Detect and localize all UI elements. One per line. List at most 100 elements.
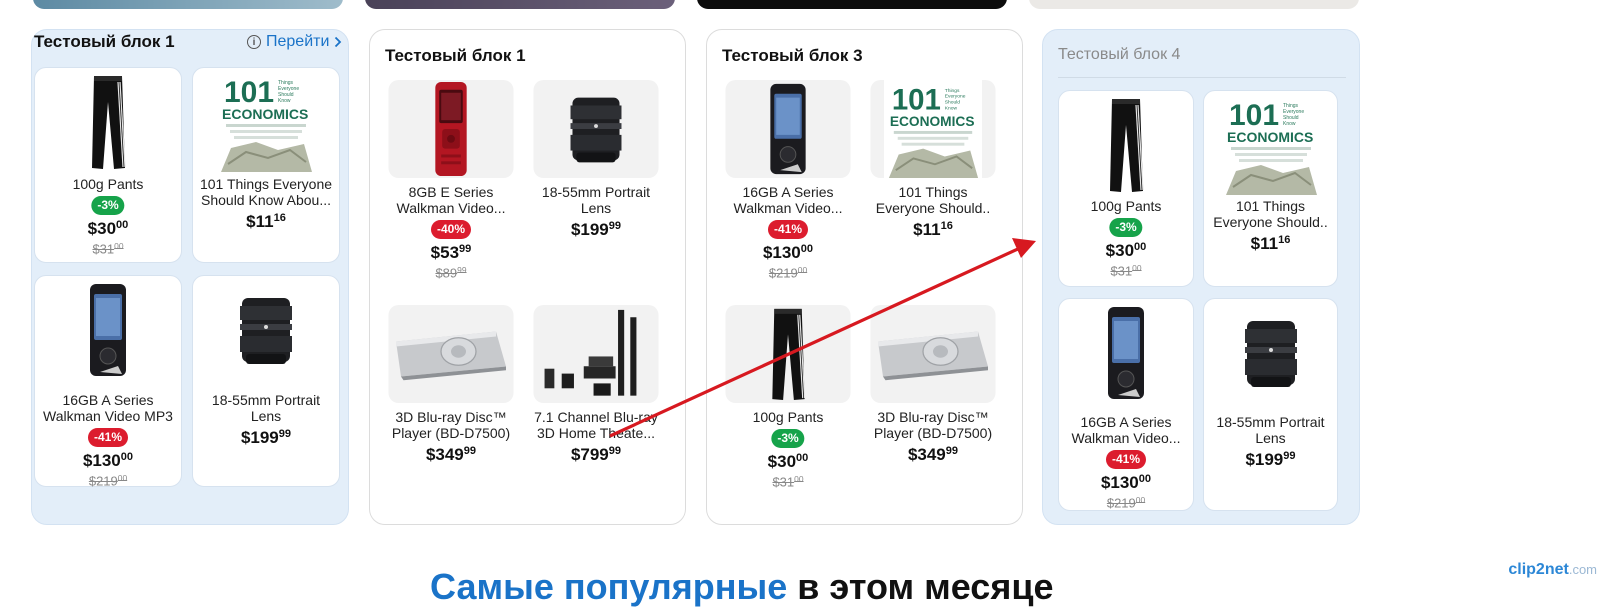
product-name[interactable]: 3D Blu-ray Disc™ Player (BD-D7500) xyxy=(870,409,996,441)
walkman-image xyxy=(725,80,851,178)
block-title: Тестовый блок 1 xyxy=(34,32,175,51)
product-name[interactable]: 100g Pants xyxy=(1063,198,1189,214)
bluray-player-image xyxy=(870,305,996,403)
product-block-4: Тестовый блок 4 100g Pants -3% $3000 $3100 … xyxy=(1042,29,1360,525)
book-cover-image: 101 Things Everyone Should Know ECONOMIC… xyxy=(1215,95,1327,195)
product-price: $19999 xyxy=(529,220,663,240)
product-name[interactable]: 8GB E Series Walkman Video... xyxy=(388,184,514,216)
product-card[interactable]: 18-55mm Portrait Lens $19999 xyxy=(192,275,340,487)
price-value: $199 xyxy=(570,220,609,240)
discount-badge: -41% xyxy=(87,428,129,447)
lens-image xyxy=(1215,303,1327,403)
goto-link[interactable]: i Перейти xyxy=(247,33,342,51)
product-price: $1116 xyxy=(866,220,1000,240)
product-name[interactable]: 16GB A Series Walkman Video... xyxy=(1063,414,1189,446)
product-name[interactable]: 101 Things Everyone Should.. xyxy=(870,184,996,216)
walkman-image xyxy=(53,280,163,380)
old-price-value: $31 xyxy=(92,241,115,257)
old-price-cents: 00 xyxy=(797,265,808,275)
product-block-1: Тестовый блок 1 i Перейти 100g Pants -3% $… xyxy=(31,29,349,525)
product-card[interactable]: 101 Things Everyone Should Know ECONOMIC… xyxy=(1203,90,1338,287)
svg-text:ECONOMICS: ECONOMICS xyxy=(222,106,308,122)
price-cents: 00 xyxy=(116,219,129,231)
product-name[interactable]: 100g Pants xyxy=(725,409,851,425)
product-card[interactable]: 3D Blu-ray Disc™ Player (BD-D7500) $34999 xyxy=(384,305,518,475)
old-price: $3100 xyxy=(1059,263,1193,279)
clip2net-watermark: clip2net.com xyxy=(1508,561,1597,579)
book-cover-image: 101 Things Everyone Should Know ECONOMIC… xyxy=(211,72,321,172)
product-name[interactable]: 18-55mm Portrait Lens xyxy=(1208,414,1333,446)
old-price-value: $219 xyxy=(768,265,798,281)
price-value: $199 xyxy=(240,428,279,448)
goto-link-label: Перейти xyxy=(266,33,330,50)
old-price-value: $219 xyxy=(1106,495,1136,511)
banner-2[interactable] xyxy=(365,0,675,9)
price-value: $30 xyxy=(1105,241,1135,261)
pants-image xyxy=(725,305,851,403)
price-value: $130 xyxy=(762,243,801,263)
product-card[interactable]: 18-55mm Portrait Lens $19999 xyxy=(1203,298,1338,511)
product-card[interactable]: 100g Pants -3% $3000 $3100 xyxy=(721,305,855,495)
product-card[interactable]: 3D Blu-ray Disc™ Player (BD-D7500) $34999 xyxy=(866,305,1000,495)
product-card[interactable]: 100g Pants -3% $3000 $3100 xyxy=(1058,90,1194,287)
section-heading-accent: Самые популярные xyxy=(430,566,788,607)
product-card[interactable]: 100g Pants -3% $3000 $3100 xyxy=(34,67,182,263)
price-cents: 00 xyxy=(120,451,134,463)
product-card[interactable]: 8GB E Series Walkman Video... -40% $5399 $8… xyxy=(384,80,518,281)
product-name[interactable]: 100g Pants xyxy=(39,176,177,192)
product-name[interactable]: 7.1 Channel Blu-ray 3D Home Theate... xyxy=(533,409,659,441)
product-price: $1116 xyxy=(1204,234,1337,254)
price-cents: 99 xyxy=(608,445,622,457)
price-cents: 99 xyxy=(463,445,477,457)
product-card[interactable]: 18-55mm Portrait Lens $19999 xyxy=(529,80,663,278)
price-cents: 99 xyxy=(945,445,959,457)
banner-1[interactable] xyxy=(33,0,343,9)
old-price-cents: 99 xyxy=(457,265,467,275)
price-value: $349 xyxy=(907,445,946,465)
svg-text:Everyone: Everyone xyxy=(945,94,966,100)
price-value: $130 xyxy=(82,451,121,471)
banner-3[interactable] xyxy=(697,0,1007,9)
product-name[interactable]: 16GB A Series Walkman Video MP3 xyxy=(39,392,177,424)
product-card[interactable]: 101 Things Everyone Should Know ECONOMIC… xyxy=(866,80,1000,278)
block-title: Тестовый блок 1 xyxy=(385,46,526,65)
home-theater-image xyxy=(533,305,659,403)
old-price: $21900 xyxy=(1059,495,1193,511)
price-cents: 16 xyxy=(940,220,953,232)
book-cover-image: 101 Things Everyone Should Know ECONOMIC… xyxy=(870,80,996,178)
product-price: $3000 xyxy=(35,219,181,239)
old-price-cents: 00 xyxy=(1132,263,1142,273)
old-price-value: $89 xyxy=(435,265,458,281)
watermark-brand: clip2net xyxy=(1508,561,1569,578)
old-price-value: $31 xyxy=(772,474,795,490)
banner-4[interactable] xyxy=(1029,0,1359,9)
red-walkman-image xyxy=(388,80,514,178)
discount-badge: -3% xyxy=(91,196,125,215)
svg-text:101: 101 xyxy=(892,83,941,116)
product-name[interactable]: 18-55mm Portrait Lens xyxy=(197,392,335,424)
product-price: $3000 xyxy=(721,452,855,472)
product-block-2: Тестовый блок 1 8GB E Series Walkman Vid… xyxy=(369,29,686,525)
price-value: $799 xyxy=(570,445,609,465)
product-card[interactable]: 101 Things Everyone Should Know ECONOMIC… xyxy=(192,67,340,263)
product-name[interactable]: 101 Things Everyone Should.. xyxy=(1208,198,1333,230)
product-name[interactable]: 18-55mm Portrait Lens xyxy=(533,184,659,216)
old-price-cents: 00 xyxy=(794,474,804,484)
product-card[interactable]: 16GB A Series Walkman Video... -41% $13000… xyxy=(1058,298,1194,511)
price-cents: 99 xyxy=(1283,450,1296,462)
pants-image xyxy=(1070,95,1182,195)
svg-text:Know: Know xyxy=(945,105,958,111)
product-card[interactable]: 16GB A Series Walkman Video MP3 -41% $1300… xyxy=(34,275,182,489)
svg-text:101: 101 xyxy=(224,76,274,109)
product-name[interactable]: 101 Things Everyone Should Know Abou... xyxy=(197,176,335,208)
product-card[interactable]: 16GB A Series Walkman Video... -41% $13000… xyxy=(721,80,855,281)
product-name[interactable]: 3D Blu-ray Disc™ Player (BD-D7500) xyxy=(388,409,514,441)
svg-text:Should: Should xyxy=(945,100,961,106)
product-price: $34999 xyxy=(384,445,518,465)
old-price: $3100 xyxy=(35,241,181,257)
price-value: $11 xyxy=(913,220,941,240)
product-card[interactable]: 7.1 Channel Blu-ray 3D Home Theate... $79… xyxy=(529,305,663,475)
price-cents: 16 xyxy=(273,212,286,224)
product-name[interactable]: 16GB A Series Walkman Video... xyxy=(725,184,851,216)
svg-text:Know: Know xyxy=(278,98,291,104)
